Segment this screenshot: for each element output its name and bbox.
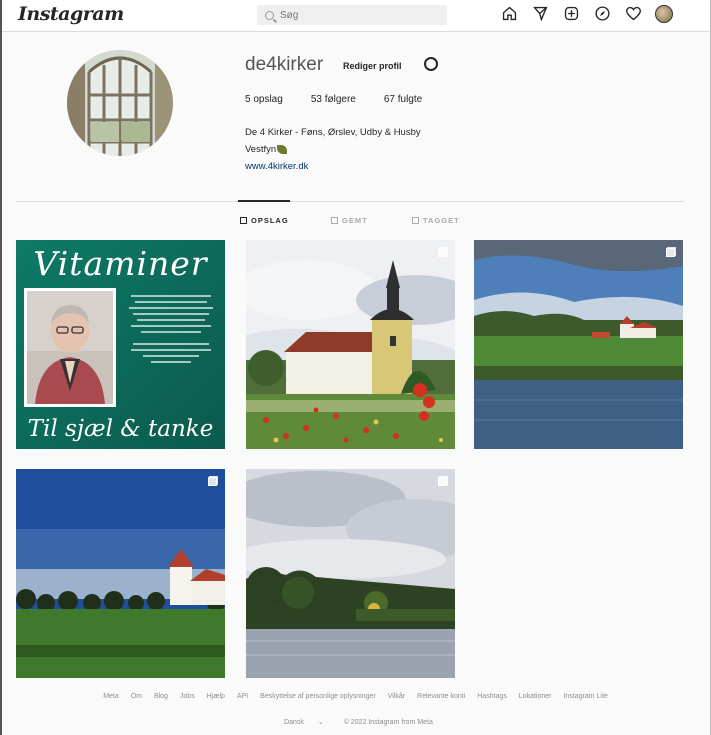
profile-username: de4kirker <box>245 54 324 75</box>
profile-avatar-icon[interactable] <box>655 4 673 23</box>
search-input[interactable] <box>280 9 430 21</box>
multiple-photos-icon <box>438 476 448 486</box>
language-select[interactable]: Dansk ⌄ <box>278 719 330 726</box>
direct-icon[interactable] <box>531 4 550 23</box>
post-body-text <box>127 292 215 372</box>
nav-icons <box>500 4 673 23</box>
following-count[interactable]: 67 fulgte <box>384 94 422 105</box>
profile-picture[interactable] <box>67 50 173 156</box>
tab-posts[interactable]: OPSLAG <box>240 216 289 225</box>
post-title: Vitaminer <box>33 244 208 283</box>
multiple-photos-icon <box>438 247 448 257</box>
search-icon <box>265 10 274 20</box>
active-tab-indicator <box>238 200 290 202</box>
footer-links: Meta Om Blog Jobs Hjælp API Beskyttelse … <box>0 693 711 700</box>
copyright-text: © 2022 Instagram from Meta <box>343 719 433 726</box>
profile-stats: 5 opslag 53 følgere 67 fulgte <box>245 94 422 105</box>
footer-link[interactable]: Beskyttelse af personlige oplysninger <box>260 693 376 700</box>
tab-tagged[interactable]: TAGGET <box>412 216 460 225</box>
grid-icon <box>240 217 247 224</box>
posts-count: 5 opslag <box>245 94 283 105</box>
footer-link[interactable]: Blog <box>154 693 168 700</box>
leaf-emoji-icon <box>277 144 288 154</box>
heart-icon[interactable] <box>624 4 643 23</box>
top-navigation-bar: Instagram <box>2 0 709 32</box>
bio-line: Vestfyn <box>245 144 277 155</box>
settings-gear-icon[interactable] <box>424 57 438 71</box>
tab-label: TAGGET <box>423 216 460 225</box>
tab-divider <box>16 201 684 202</box>
new-post-icon[interactable] <box>562 4 581 23</box>
footer-link[interactable]: Jobs <box>180 693 195 700</box>
post-church-poppies[interactable] <box>246 240 455 449</box>
footer: Meta Om Blog Jobs Hjælp API Beskyttelse … <box>0 693 711 700</box>
followers-count[interactable]: 53 følgere <box>311 94 356 105</box>
edit-profile-button[interactable]: Rediger profil <box>337 57 408 75</box>
website-link[interactable]: www.4kirker.dk <box>245 158 421 175</box>
chevron-down-icon: ⌄ <box>317 719 324 726</box>
footer-link[interactable]: Lokationer <box>519 693 552 700</box>
tab-saved[interactable]: GEMT <box>331 216 368 225</box>
portrait-photo <box>24 288 116 407</box>
bookmark-icon <box>331 217 338 224</box>
footer-link[interactable]: Om <box>131 693 142 700</box>
post-vitaminer[interactable]: Vitaminer Til sjæl & tanke <box>16 240 225 449</box>
footer-bottom: Dansk ⌄ © 2022 Instagram from Meta <box>0 718 711 726</box>
footer-link[interactable]: API <box>237 693 248 700</box>
footer-link[interactable]: Vilkår <box>388 693 405 700</box>
post-subtitle: Til sjæl & tanke <box>27 416 214 442</box>
footer-link[interactable]: Relevante konti <box>417 693 465 700</box>
profile-bio: De 4 Kirker - Føns, Ørslev, Udby & Husby… <box>245 124 421 175</box>
profile-tabs: OPSLAG GEMT TAGGET <box>0 216 711 230</box>
search-box[interactable] <box>257 5 447 25</box>
footer-link[interactable]: Hjælp <box>207 693 225 700</box>
tab-label: OPSLAG <box>251 216 289 225</box>
post-church-field[interactable] <box>16 469 225 678</box>
footer-link[interactable]: Hashtags <box>477 693 507 700</box>
explore-icon[interactable] <box>593 4 612 23</box>
tag-icon <box>412 217 419 224</box>
footer-link[interactable]: Meta <box>103 693 119 700</box>
language-label: Dansk <box>284 719 304 726</box>
bio-line: De 4 Kirker - Føns, Ørslev, Udby & Husby <box>245 127 421 138</box>
post-lake-trees[interactable] <box>246 469 455 678</box>
multiple-photos-icon <box>666 247 676 257</box>
home-icon[interactable] <box>500 4 519 23</box>
post-church-lake[interactable] <box>474 240 683 449</box>
instagram-logo[interactable]: Instagram <box>18 3 124 25</box>
footer-link[interactable]: Instagram Lite <box>563 693 607 700</box>
multiple-photos-icon <box>208 476 218 486</box>
tab-label: GEMT <box>342 216 368 225</box>
